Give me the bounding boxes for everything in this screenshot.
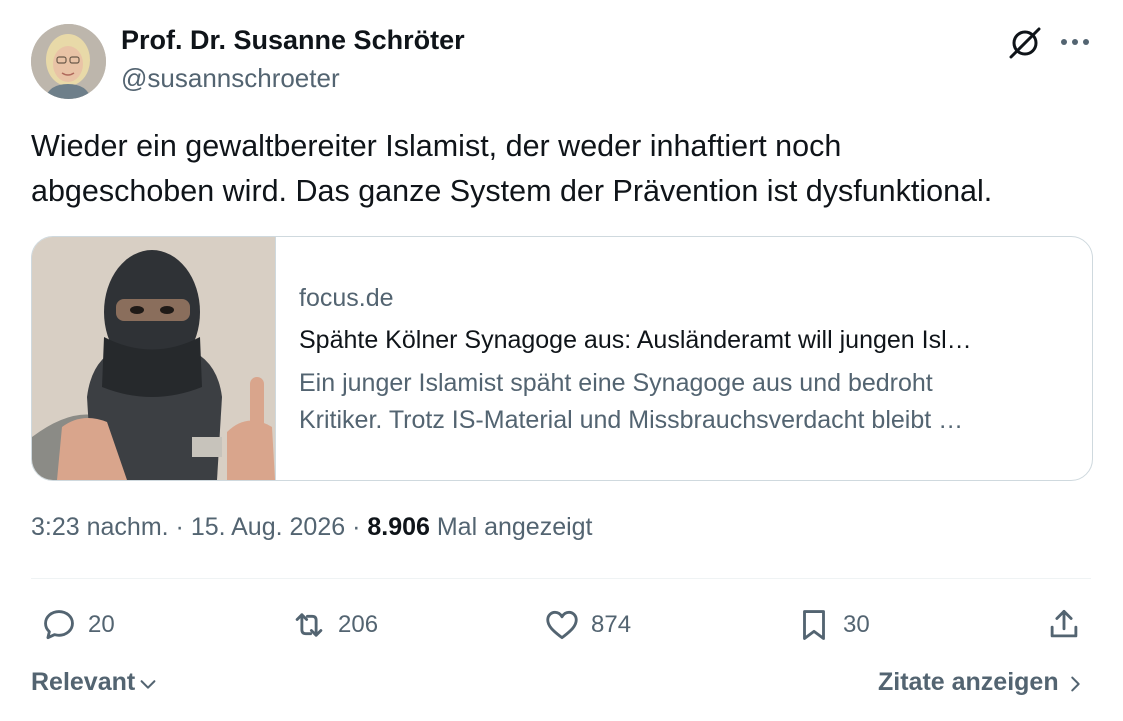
bookmark-button[interactable]: 30: [795, 605, 870, 645]
tweet-text-line: Wieder ein gewaltbereiter Islamist, der …: [31, 129, 842, 163]
sort-replies-dropdown[interactable]: Relevant: [31, 668, 159, 697]
like-count: 874: [591, 611, 632, 638]
card-description: Ein junger Islamist späht eine Synagoge …: [299, 365, 1069, 439]
card-description-line: Kritiker. Trotz IS-Material und Missbrau…: [299, 406, 964, 434]
author-name[interactable]: Prof. Dr. Susanne Schröter: [121, 25, 465, 56]
avatar-image: [31, 24, 106, 99]
repost-count: 206: [338, 611, 379, 638]
views-count: 8.906: [367, 513, 430, 541]
view-quotes-link[interactable]: Zitate anzeigen: [878, 668, 1085, 697]
tweet-meta: 3:23 nachm. · 15. Aug. 2026 · 8.906 Mal …: [31, 513, 593, 542]
avatar[interactable]: [31, 24, 106, 99]
meta-separator: ·: [168, 513, 191, 541]
like-button[interactable]: 874: [543, 605, 631, 645]
chevron-down-icon: [140, 680, 156, 689]
chevron-right-icon: [1070, 676, 1080, 692]
link-preview-card[interactable]: focus.de Spähte Kölner Synagoge aus: Aus…: [31, 236, 1093, 481]
divider: [31, 578, 1091, 579]
reply-button[interactable]: 20: [40, 605, 115, 645]
reply-icon: [44, 610, 74, 640]
card-title: Spähte Kölner Synagoge aus: Ausländeramt…: [299, 326, 972, 354]
grok-icon[interactable]: [1006, 23, 1044, 61]
tweet-text-line: abgeschoben wird. Das ganze System der P…: [31, 174, 993, 208]
repost-icon: [295, 613, 323, 637]
card-description-line: Ein junger Islamist späht eine Synagoge …: [299, 369, 933, 397]
quotes-label: Zitate anzeigen: [878, 668, 1059, 696]
bookmark-icon: [803, 610, 825, 640]
views-label: Mal angezeigt: [429, 513, 593, 541]
sort-label: Relevant: [31, 668, 136, 696]
bookmark-count: 30: [843, 611, 870, 638]
tweet-text: Wieder ein gewaltbereiter Islamist, der …: [31, 124, 1101, 214]
author-handle[interactable]: @susannschroeter: [121, 63, 340, 94]
meta-separator: ·: [345, 513, 368, 541]
tweet-time[interactable]: 3:23 nachm.: [31, 513, 169, 541]
card-thumbnail: [32, 237, 276, 480]
repost-button[interactable]: 206: [290, 605, 378, 645]
card-domain: focus.de: [299, 284, 394, 312]
share-icon[interactable]: [1045, 605, 1083, 643]
reply-count: 20: [88, 611, 115, 638]
tweet-date[interactable]: 15. Aug. 2026: [191, 513, 345, 541]
more-icon[interactable]: [1058, 30, 1092, 54]
heart-icon: [546, 610, 578, 640]
